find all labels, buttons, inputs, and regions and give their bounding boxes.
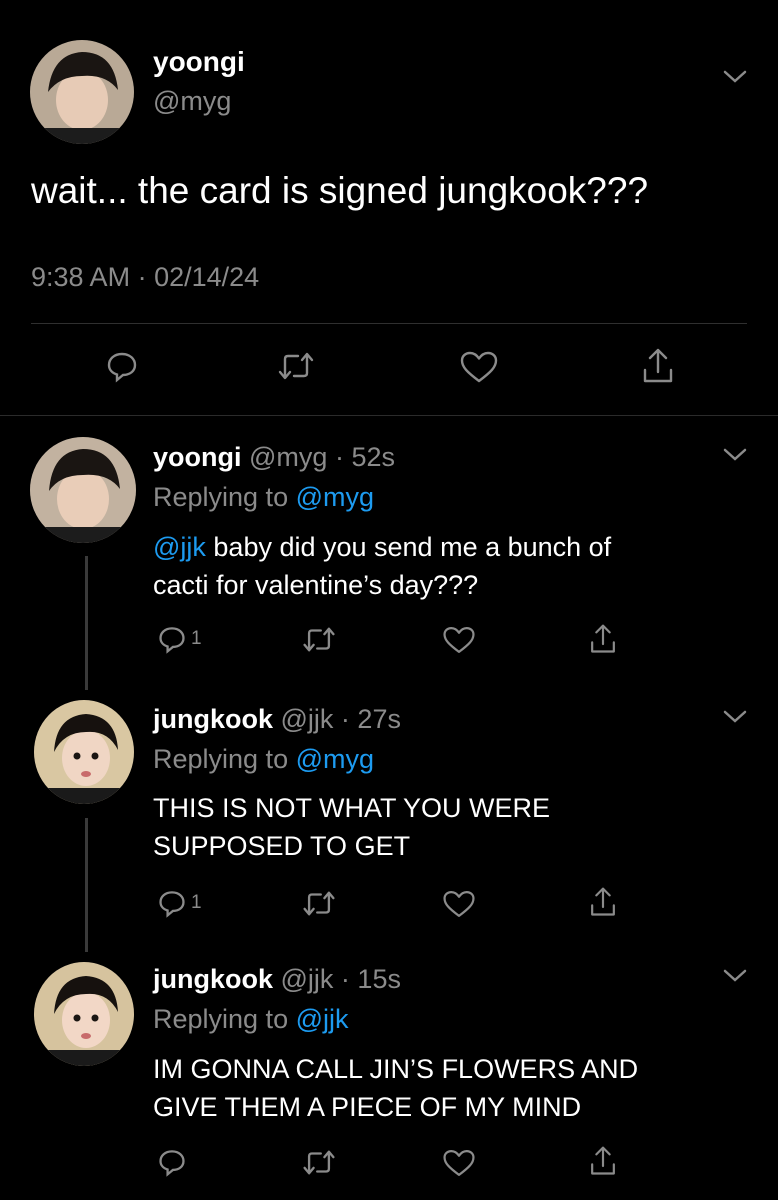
replying-to: Replying to @jjk [153,1004,349,1034]
replying-prefix: Replying to [153,1004,289,1034]
replying-prefix: Replying to [153,744,289,774]
share-button[interactable] [588,885,618,919]
like-button[interactable] [442,889,476,919]
comment-icon [159,1150,185,1177]
reply-header: jungkook @jjk · 15s [153,964,401,994]
author-name[interactable]: yoongi [153,46,245,78]
share-button[interactable] [588,1144,618,1178]
comment-icon [159,891,185,918]
replying-to-link[interactable]: @myg [296,744,374,774]
replying-to-link[interactable]: @myg [296,482,374,512]
heart-icon [460,351,498,383]
retweet-icon [278,352,314,380]
reply-text-line1: IM GONNA CALL JIN’S FLOWERS AND [153,1054,639,1084]
dot-separator: · [333,704,358,734]
reply-text: IM GONNA CALL JIN’S FLOWERS AND GIVE THE… [153,1050,638,1126]
chevron-down-icon[interactable] [722,446,748,464]
author-name[interactable]: jungkook [153,964,273,994]
comment-icon [107,352,137,383]
dot-separator: · [327,442,352,472]
reply-header: yoongi @myg · 52s [153,442,395,472]
retweet-icon [303,1150,335,1175]
reply-age: 52s [351,442,395,472]
reply-button[interactable]: 1 [157,624,202,654]
retweet-button[interactable] [301,890,337,917]
like-button[interactable] [459,350,499,384]
reply-text-line1: baby did you send me a bunch of [205,532,612,562]
reply-text-line2: GIVE THEM A PIECE OF MY MIND [153,1092,582,1122]
like-button[interactable] [442,1148,476,1178]
author-handle[interactable]: @jjk [281,964,334,994]
reply-text: THIS IS NOT WHAT YOU WERE SUPPOSED TO GE… [153,789,550,865]
tweet-time: 9:38 AM [31,262,131,292]
share-icon [591,624,615,653]
dot-separator: · [333,964,358,994]
replying-to-link[interactable]: @jjk [296,1004,349,1034]
reply-text: @jjk baby did you send me a bunch of cac… [153,528,611,604]
author-name[interactable]: yoongi [153,442,242,472]
retweet-button[interactable] [301,626,337,653]
author-handle[interactable]: @jjk [281,704,334,734]
reply-text-line2: cacti for valentine’s day??? [153,570,479,600]
comment-icon [159,627,185,654]
share-button[interactable] [640,346,676,386]
reply-count: 1 [191,892,202,913]
share-icon [591,887,615,916]
tweet-timestamp: 9:38 AM · 02/14/24 [31,262,259,293]
chevron-down-icon[interactable] [722,967,748,985]
replying-to: Replying to @myg [153,482,374,512]
reply-text-line2: SUPPOSED TO GET [153,831,411,861]
author-name[interactable]: jungkook [153,704,273,734]
avatar[interactable] [30,40,134,144]
reply-button[interactable]: 1 [157,888,202,918]
reply-count: 1 [191,628,202,649]
reply-header: jungkook @jjk · 27s [153,704,401,734]
tweet-date: 02/14/24 [154,262,260,292]
heart-icon [443,1149,475,1177]
avatar[interactable] [34,962,134,1066]
share-icon [643,348,673,383]
retweet-icon [303,627,335,652]
dot-separator: · [130,262,155,292]
section-divider [0,415,778,416]
retweet-icon [303,891,335,916]
thread-line [85,818,88,952]
replying-to: Replying to @myg [153,744,374,774]
like-button[interactable] [442,625,476,655]
avatar[interactable] [30,437,136,543]
divider [31,323,747,324]
replying-prefix: Replying to [153,482,289,512]
share-icon [591,1146,615,1175]
share-button[interactable] [588,622,618,656]
avatar[interactable] [34,700,134,804]
retweet-button[interactable] [276,351,316,381]
thread-line [85,556,88,690]
author-handle[interactable]: @myg [249,442,327,472]
reply-age: 27s [357,704,401,734]
reply-age: 15s [357,964,401,994]
heart-icon [443,626,475,654]
chevron-down-icon[interactable] [722,708,748,726]
retweet-button[interactable] [301,1149,337,1176]
reply-button[interactable] [105,349,139,383]
chevron-down-icon[interactable] [722,68,748,86]
reply-text-line1: THIS IS NOT WHAT YOU WERE [153,793,551,823]
author-handle[interactable]: @myg [153,86,231,117]
mention-link[interactable]: @jjk [153,532,206,562]
reply-button[interactable] [157,1147,191,1177]
heart-icon [443,890,475,918]
tweet-text: wait... the card is signed jungkook??? [31,170,649,211]
